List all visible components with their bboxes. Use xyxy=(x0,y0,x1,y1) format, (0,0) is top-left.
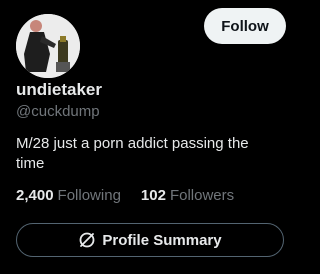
followers-label: Followers xyxy=(169,187,235,204)
handle[interactable]: @cuckdump xyxy=(16,103,100,120)
profile-summary-button[interactable]: Profile Summary xyxy=(16,223,284,257)
bio: M/28 just a porn addict passing the time xyxy=(16,135,249,172)
avatar[interactable] xyxy=(16,14,80,78)
followers-stat[interactable]: 102 Followers xyxy=(141,187,234,204)
following-label: Following xyxy=(57,187,121,204)
followers-count: 102 xyxy=(140,187,166,204)
profile-summary-label: Profile Summary xyxy=(102,231,222,249)
display-name[interactable]: undietaker xyxy=(16,80,102,100)
follow-button[interactable]: Follow xyxy=(204,8,286,44)
avatar-image xyxy=(16,14,80,78)
grok-icon xyxy=(78,231,96,249)
following-stat[interactable]: 2,400 Following xyxy=(16,187,121,204)
profile-stats: 2,400 Following 102 Followers xyxy=(16,187,234,204)
following-count: 2,400 xyxy=(16,187,54,204)
profile-hover-card: Follow undietaker @cuckdump M/28 just a … xyxy=(0,0,296,274)
